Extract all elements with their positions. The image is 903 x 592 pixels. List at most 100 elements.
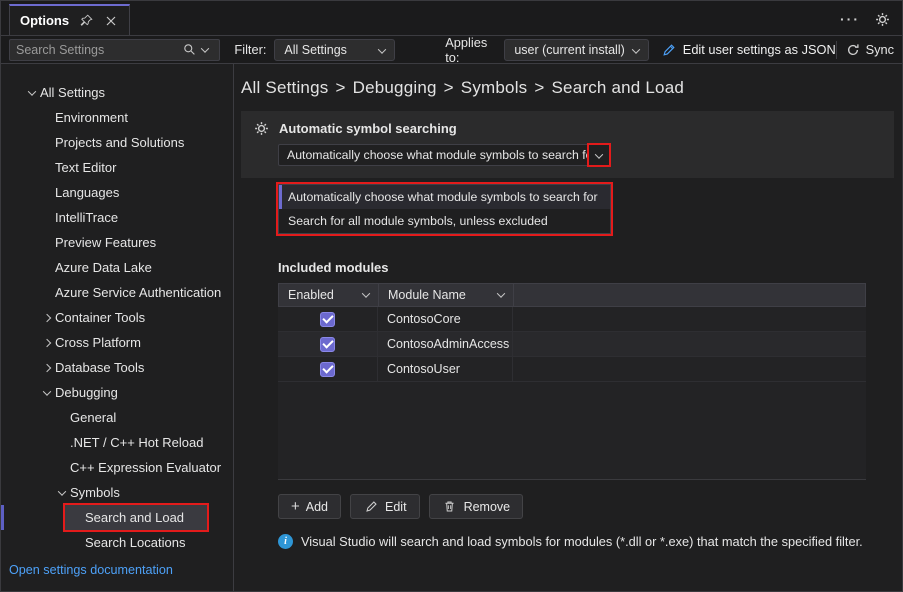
- dropdown-option-label: Automatically choose what module symbols…: [288, 190, 598, 204]
- column-header-blank: [514, 284, 865, 306]
- sidebar-item-symbols[interactable]: Symbols: [1, 480, 233, 505]
- symbol-search-combobox[interactable]: Automatically choose what module symbols…: [278, 144, 611, 166]
- sidebar-item-azure-data-lake[interactable]: Azure Data Lake: [1, 255, 233, 280]
- symbol-search-combobox-value: Automatically choose what module symbols…: [287, 148, 589, 162]
- breadcrumb-separator: >: [534, 78, 544, 97]
- selection-accent-bar: [1, 505, 4, 530]
- sidebar-item-environment[interactable]: Environment: [1, 105, 233, 130]
- edit-user-settings-json-button[interactable]: Edit user settings as JSON: [661, 42, 836, 58]
- sync-icon: [845, 42, 861, 58]
- column-header-module-name[interactable]: Module Name: [379, 284, 514, 306]
- enabled-checkbox[interactable]: [320, 337, 335, 352]
- info-icon: i: [278, 534, 293, 549]
- filter-dropdown[interactable]: All Settings: [274, 39, 395, 61]
- breadcrumb-separator: >: [335, 78, 345, 97]
- pencil-icon: [363, 499, 379, 515]
- sidebar-item-label: Projects and Solutions: [55, 135, 184, 150]
- enabled-checkbox[interactable]: [320, 312, 335, 327]
- column-header-label: Enabled: [288, 288, 334, 302]
- sidebar-item-cross-platform[interactable]: Cross Platform: [1, 330, 233, 355]
- chevron-right-icon[interactable]: [38, 340, 55, 346]
- enabled-checkbox[interactable]: [320, 362, 335, 377]
- chevron-down-icon[interactable]: [362, 289, 370, 297]
- table-row[interactable]: ContosoAdminAccess: [278, 332, 866, 357]
- search-options-chevron-icon[interactable]: [197, 42, 213, 58]
- breadcrumb-debugging[interactable]: Debugging: [353, 78, 437, 97]
- pin-icon[interactable]: [78, 13, 94, 29]
- chevron-down-icon[interactable]: [497, 289, 505, 297]
- search-settings-box[interactable]: [9, 39, 220, 61]
- remove-button-label: Remove: [464, 500, 511, 514]
- sidebar-item-dotnet-cpp-hot-reload[interactable]: .NET / C++ Hot Reload: [1, 430, 233, 455]
- remove-button[interactable]: Remove: [429, 494, 524, 519]
- sidebar-item-debugging[interactable]: Debugging: [1, 380, 233, 405]
- search-input[interactable]: [16, 43, 181, 57]
- trash-icon: [442, 499, 458, 515]
- combobox-chevron-button[interactable]: [589, 145, 609, 165]
- sidebar-item-azure-service-authentication[interactable]: Azure Service Authentication: [1, 280, 233, 305]
- table-body: ContosoCore ContosoAdminAccess ContosoUs…: [278, 307, 866, 480]
- info-text: Visual Studio will search and load symbo…: [301, 534, 863, 549]
- sidebar-item-intellitrace[interactable]: IntelliTrace: [1, 205, 233, 230]
- search-icon[interactable]: [181, 42, 197, 58]
- module-name-cell: ContosoCore: [378, 307, 513, 331]
- options-tab-label: Options: [20, 13, 69, 28]
- gear-icon[interactable]: [874, 11, 890, 27]
- add-button[interactable]: + Add: [278, 494, 341, 519]
- chevron-right-icon[interactable]: [38, 365, 55, 371]
- breadcrumb: All Settings>Debugging>Symbols>Search an…: [241, 78, 902, 98]
- table-row[interactable]: ContosoCore: [278, 307, 866, 332]
- plus-icon: +: [291, 500, 300, 513]
- sidebar-item-search-locations[interactable]: Search Locations: [1, 530, 233, 555]
- options-window: Options ··· Filter: All Settings: [0, 0, 903, 592]
- filter-label: Filter:: [234, 42, 266, 57]
- sidebar-item-container-tools[interactable]: Container Tools: [1, 305, 233, 330]
- sidebar-item-languages[interactable]: Languages: [1, 180, 233, 205]
- column-header-label: Module Name: [388, 288, 466, 302]
- sidebar-item-database-tools[interactable]: Database Tools: [1, 355, 233, 380]
- chevron-right-icon[interactable]: [38, 315, 55, 321]
- dropdown-option-search-all[interactable]: Search for all module symbols, unless ex…: [279, 209, 610, 233]
- chevron-down-icon[interactable]: [38, 390, 55, 396]
- sidebar-item-text-editor[interactable]: Text Editor: [1, 155, 233, 180]
- settings-tree: All Settings Environment Projects and So…: [1, 64, 234, 591]
- sidebar-item-all-settings[interactable]: All Settings: [1, 80, 233, 105]
- chevron-down-icon: [633, 43, 639, 57]
- applies-to-dropdown-value: user (current install): [514, 43, 624, 57]
- edit-button[interactable]: Edit: [350, 494, 420, 519]
- filter-dropdown-value: All Settings: [284, 43, 371, 57]
- overflow-menu-icon[interactable]: ···: [840, 14, 860, 24]
- sync-button[interactable]: Sync: [845, 42, 894, 58]
- symbol-search-dropdown-list: Automatically choose what module symbols…: [278, 184, 611, 234]
- sidebar-item-label: Text Editor: [55, 160, 116, 175]
- sync-label: Sync: [866, 42, 894, 57]
- applies-to-dropdown[interactable]: user (current install): [504, 39, 648, 61]
- sidebar-item-label: General: [70, 410, 116, 425]
- sidebar-item-general[interactable]: General: [1, 405, 233, 430]
- sidebar-item-label: Search and Load: [85, 510, 184, 525]
- column-header-enabled[interactable]: Enabled: [279, 284, 379, 306]
- options-tab[interactable]: Options: [9, 4, 130, 35]
- settings-toolbar: Filter: All Settings Applies to: user (c…: [1, 36, 902, 64]
- add-button-label: Add: [306, 500, 328, 514]
- sidebar-item-label: Environment: [55, 110, 128, 125]
- breadcrumb-all-settings[interactable]: All Settings: [241, 78, 328, 97]
- edit-button-label: Edit: [385, 500, 407, 514]
- automatic-symbol-searching-panel: Automatic symbol searching Automatically…: [241, 111, 894, 178]
- sidebar-item-label: IntelliTrace: [55, 210, 118, 225]
- sidebar-item-projects-and-solutions[interactable]: Projects and Solutions: [1, 130, 233, 155]
- dropdown-option-auto-choose[interactable]: Automatically choose what module symbols…: [279, 185, 610, 209]
- sidebar-item-label: .NET / C++ Hot Reload: [70, 435, 203, 450]
- chevron-down-icon[interactable]: [53, 490, 70, 496]
- chevron-down-icon[interactable]: [23, 90, 40, 96]
- sidebar-item-preview-features[interactable]: Preview Features: [1, 230, 233, 255]
- close-icon[interactable]: [103, 13, 119, 29]
- open-settings-documentation-link[interactable]: Open settings documentation: [9, 563, 173, 577]
- breadcrumb-search-and-load[interactable]: Search and Load: [552, 78, 685, 97]
- table-row[interactable]: ContosoUser: [278, 357, 866, 382]
- breadcrumb-symbols[interactable]: Symbols: [461, 78, 528, 97]
- sidebar-item-label: Search Locations: [85, 535, 185, 550]
- sidebar-item-cpp-expression-evaluator[interactable]: C++ Expression Evaluator: [1, 455, 233, 480]
- settings-content: All Settings>Debugging>Symbols>Search an…: [234, 64, 902, 591]
- sidebar-item-search-and-load[interactable]: Search and Load: [1, 505, 233, 530]
